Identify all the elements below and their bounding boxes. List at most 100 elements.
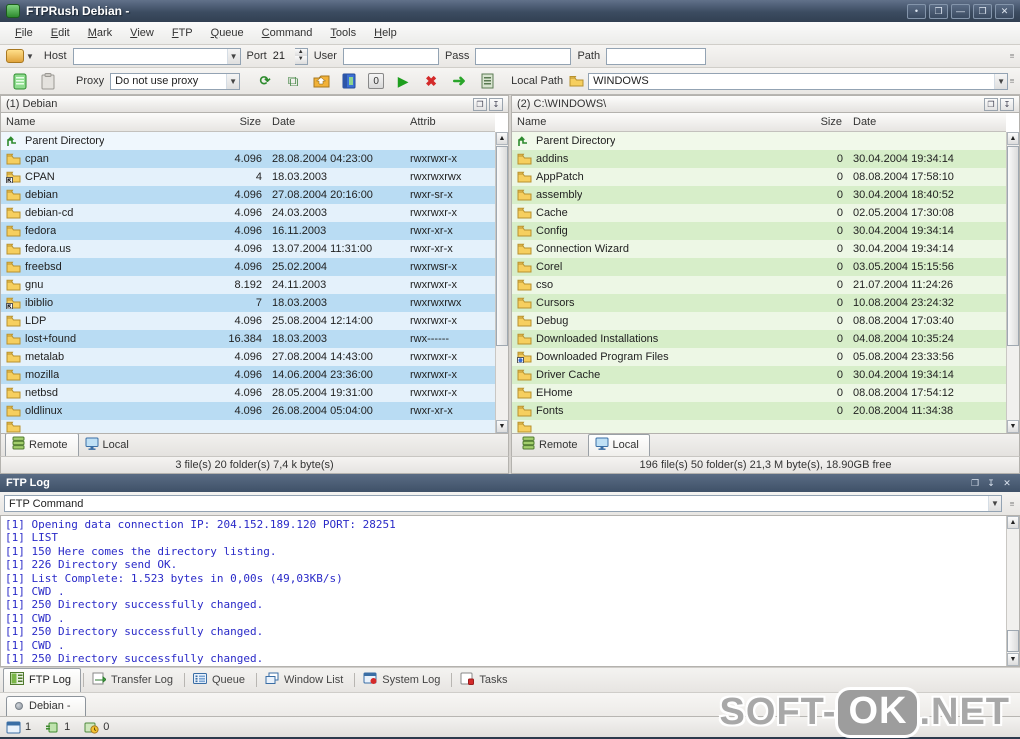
file-row[interactable]: netbsd 4.096 28.05.2004 19:31:00 rwxrwxr-x [1, 384, 495, 402]
file-row[interactable]: freebsd 4.096 25.02.2004 rwxrwsr-x [1, 258, 495, 276]
menu-item-file[interactable]: File [6, 24, 42, 42]
options-button[interactable]: • [907, 3, 926, 19]
copy-icon[interactable]: ⧉ [284, 72, 302, 90]
ftp-command-dropdown-icon[interactable]: ▼ [988, 496, 1001, 511]
file-row[interactable]: Cache 0 02.05.2004 17:30:08 [512, 204, 1006, 222]
session-tab-debian[interactable]: Debian - [6, 696, 86, 716]
dock-tab-queue[interactable]: Queue [187, 669, 254, 692]
file-row[interactable]: Connection Wizard 0 30.04.2004 19:34:14 [512, 240, 1006, 258]
close-button[interactable]: ✕ [995, 3, 1014, 19]
port-stepper[interactable]: ▲ ▼ [294, 47, 308, 65]
dock-tab-ftp-log[interactable]: FTP Log [3, 668, 81, 692]
file-row[interactable]: ibiblio 7 18.03.2003 rwxrwxrwx [1, 294, 495, 312]
minimize-button[interactable]: — [951, 3, 970, 19]
menu-item-help[interactable]: Help [365, 24, 406, 42]
new-session-icon[interactable] [11, 72, 29, 90]
file-row[interactable]: Cursors 0 10.08.2004 23:24:32 [512, 294, 1006, 312]
scroll-down-icon[interactable]: ▼ [1007, 420, 1019, 433]
stay-on-top-button[interactable]: ❐ [929, 3, 948, 19]
spin-down-icon[interactable]: ▼ [294, 56, 307, 64]
panel-maximize-icon[interactable]: ❐ [473, 97, 487, 111]
spin-up-icon[interactable]: ▲ [294, 48, 307, 56]
panel-maximize-icon[interactable]: ❐ [984, 97, 998, 111]
pass-input[interactable] [475, 47, 572, 65]
panel-pin-icon[interactable]: ↧ [489, 97, 503, 111]
toolbar-overflow-icon[interactable]: ≡ [1006, 77, 1018, 86]
file-row[interactable]: fedora.us 4.096 13.07.2004 11:31:00 rwxr-xr… [1, 240, 495, 258]
log-close-icon[interactable]: ✕ [1000, 478, 1014, 489]
file-row[interactable]: mozilla 4.096 14.06.2004 23:36:00 rwxrwxr-x [1, 366, 495, 384]
file-row[interactable]: cpan 4.096 28.08.2004 04:23:00 rwxrwxr-x [1, 150, 495, 168]
dock-tab-tasks[interactable]: Tasks [454, 669, 516, 692]
file-row[interactable]: LDP 4.096 25.08.2004 12:14:00 rwxrwxr-x [1, 312, 495, 330]
proxy-dropdown-icon[interactable]: ▼ [226, 73, 240, 89]
file-row[interactable]: metalab 4.096 27.08.2004 14:43:00 rwxrwxr-x [1, 348, 495, 366]
list-scrollbar[interactable]: ▲ ▼ [495, 132, 508, 433]
quick-connect-dropdown-icon[interactable]: ▼ [26, 52, 34, 61]
dock-tab-transfer-log[interactable]: Transfer Log [86, 669, 182, 692]
file-row[interactable]: fedora 4.096 16.11.2003 rwxr-xr-x [1, 222, 495, 240]
quick-connect-icon[interactable] [6, 49, 24, 63]
proxy-select[interactable]: Do not use proxy ▼ [110, 72, 241, 90]
start-transfer-icon[interactable]: ▶ [394, 72, 412, 90]
log-restore-icon[interactable]: ❐ [968, 478, 982, 489]
file-row[interactable]: Driver Cache 0 30.04.2004 19:34:14 [512, 366, 1006, 384]
menu-item-ftp[interactable]: FTP [163, 24, 202, 42]
log-pin-icon[interactable]: ↧ [984, 478, 998, 489]
scroll-down-icon[interactable]: ▼ [496, 420, 508, 433]
menu-item-edit[interactable]: Edit [42, 24, 79, 42]
port-input[interactable]: 21 [273, 50, 295, 62]
scroll-thumb[interactable] [1007, 630, 1019, 652]
file-row[interactable]: Downloaded Program Files 0 05.08.2004 23:3… [512, 348, 1006, 366]
log-scrollbar[interactable]: ▲ ▼ [1006, 516, 1019, 666]
view-tab-remote[interactable]: Remote [5, 433, 79, 456]
list-scrollbar[interactable]: ▲ ▼ [1006, 132, 1019, 433]
address-book-icon[interactable] [340, 72, 358, 90]
column-header-name[interactable]: Name [1, 116, 201, 128]
host-dropdown-icon[interactable]: ▼ [226, 48, 240, 64]
ftp-command-combo[interactable]: FTP Command ▼ [4, 495, 1002, 512]
dock-tab-system-log[interactable]: System Log [357, 669, 449, 692]
parent-directory-row[interactable]: Parent Directory [1, 132, 495, 150]
file-row[interactable]: cso 0 21.07.2004 11:24:26 [512, 276, 1006, 294]
menu-item-command[interactable]: Command [253, 24, 322, 42]
file-row[interactable]: oldlinux 4.096 26.08.2004 05:04:00 rwxr-xr-… [1, 402, 495, 420]
dock-tab-window-list[interactable]: Window List [259, 669, 352, 692]
scroll-up-icon[interactable]: ▲ [1007, 516, 1019, 529]
toolbar-overflow-icon[interactable]: ≡ [1006, 52, 1018, 61]
menu-item-mark[interactable]: Mark [79, 24, 121, 42]
scroll-thumb[interactable] [1007, 146, 1019, 346]
column-header-date[interactable]: Date [267, 116, 405, 128]
file-row[interactable]: EHome 0 08.08.2004 17:54:12 [512, 384, 1006, 402]
column-header-attrib[interactable]: Attrib [405, 116, 495, 128]
column-header-date[interactable]: Date [848, 116, 1006, 128]
clipboard-icon[interactable] [39, 72, 57, 90]
scroll-up-icon[interactable]: ▲ [1007, 132, 1019, 145]
menu-item-tools[interactable]: Tools [321, 24, 365, 42]
file-row[interactable]: Config 0 30.04.2004 19:34:14 [512, 222, 1006, 240]
host-input[interactable]: ▼ [72, 47, 241, 65]
path-input[interactable] [606, 47, 707, 65]
column-header-name[interactable]: Name [512, 116, 782, 128]
zero-badge-icon[interactable]: 0 [368, 73, 385, 89]
user-input[interactable] [342, 47, 439, 65]
file-row[interactable]: AppPatch 0 08.08.2004 17:58:10 [512, 168, 1006, 186]
view-tab-local[interactable]: Local [79, 435, 139, 456]
parent-directory-row[interactable]: Parent Directory [512, 132, 1006, 150]
log-toolbar-overflow-icon[interactable]: ≡ [1006, 499, 1018, 508]
view-tab-remote[interactable]: Remote [516, 434, 588, 456]
transfer-mode-icon[interactable]: ⟳ [256, 72, 274, 90]
file-row[interactable]: addins 0 30.04.2004 19:34:14 [512, 150, 1006, 168]
file-row[interactable]: Debug 0 08.08.2004 17:03:40 [512, 312, 1006, 330]
log-list-icon[interactable] [478, 72, 496, 90]
scroll-down-icon[interactable]: ▼ [1007, 653, 1019, 666]
file-row[interactable]: debian 4.096 27.08.2004 20:16:00 rwxr-sr-x [1, 186, 495, 204]
file-row[interactable]: CPAN 4 18.03.2003 rwxrwxrwx [1, 168, 495, 186]
file-row[interactable]: Fonts 0 20.08.2004 11:34:38 [512, 402, 1006, 420]
file-row[interactable]: debian-cd 4.096 24.03.2003 rwxrwxr-x [1, 204, 495, 222]
column-header-size[interactable]: Size [782, 116, 848, 128]
upload-folder-icon[interactable] [312, 72, 330, 90]
menu-item-queue[interactable]: Queue [202, 24, 253, 42]
panel-pin-icon[interactable]: ↧ [1000, 97, 1014, 111]
file-row-partial[interactable] [512, 420, 1006, 433]
